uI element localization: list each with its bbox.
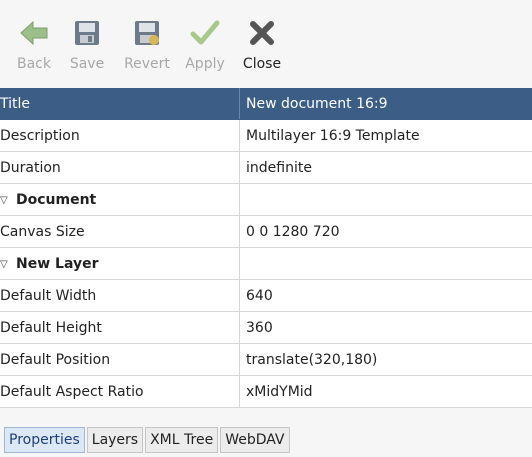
back-arrow-icon: [14, 14, 54, 52]
toolbar: Back Save Revert Apply Close: [12, 14, 290, 84]
close-label: Close: [242, 56, 282, 72]
property-key: Description: [0, 119, 240, 152]
group-row-new-layer[interactable]: ▽ New Layer: [0, 247, 532, 280]
revert-label: Revert: [124, 56, 170, 72]
group-row-document[interactable]: ▽ Document: [0, 183, 532, 216]
tab-xml-tree[interactable]: XML Tree: [145, 427, 219, 453]
group-label: New Layer: [16, 255, 99, 272]
property-key: Default Aspect Ratio: [0, 375, 240, 408]
tab-properties[interactable]: Properties: [4, 427, 85, 453]
apply-label: Apply: [185, 56, 225, 72]
back-button[interactable]: Back: [12, 14, 56, 84]
table-row-canvas-size[interactable]: Canvas Size 0 0 1280 720: [0, 215, 532, 248]
collapse-triangle-icon[interactable]: ▽: [0, 195, 16, 206]
property-value-empty: [239, 247, 532, 280]
property-value[interactable]: 360: [239, 311, 532, 344]
property-value[interactable]: translate(320,180): [239, 343, 532, 376]
floppy-disk-icon: [67, 14, 107, 52]
table-row-description[interactable]: Description Multilayer 16:9 Template: [0, 119, 532, 152]
tab-webdav[interactable]: WebDAV: [220, 427, 290, 453]
property-key: Default Width: [0, 279, 240, 312]
group-header[interactable]: ▽ New Layer: [0, 247, 240, 280]
property-value[interactable]: xMidYMid: [239, 375, 532, 408]
table-row-default-width[interactable]: Default Width 640: [0, 279, 532, 312]
collapse-triangle-icon[interactable]: ▽: [0, 259, 16, 270]
table-row-title[interactable]: Title New document 16:9: [0, 88, 532, 120]
revert-floppy-icon: [127, 14, 167, 52]
tab-bar: Properties Layers XML Tree WebDAV: [4, 427, 290, 453]
group-header[interactable]: ▽ Document: [0, 183, 240, 216]
property-key: Title: [0, 88, 240, 120]
table-row-default-aspect-ratio[interactable]: Default Aspect Ratio xMidYMid: [0, 375, 532, 408]
close-x-icon: [242, 14, 282, 52]
table-row-default-height[interactable]: Default Height 360: [0, 311, 532, 344]
properties-table: Title New document 16:9 Description Mult…: [0, 88, 532, 408]
table-row-duration[interactable]: Duration indefinite: [0, 151, 532, 184]
close-button[interactable]: Close: [234, 14, 290, 84]
back-label: Back: [17, 56, 51, 72]
save-label: Save: [69, 56, 105, 72]
checkmark-icon: [185, 14, 225, 52]
property-value[interactable]: 640: [239, 279, 532, 312]
tab-layers[interactable]: Layers: [86, 427, 144, 453]
property-key: Canvas Size: [0, 215, 240, 248]
property-value[interactable]: 0 0 1280 720: [239, 215, 532, 248]
property-value[interactable]: Multilayer 16:9 Template: [239, 119, 532, 152]
table-row-default-position[interactable]: Default Position translate(320,180): [0, 343, 532, 376]
property-key: Duration: [0, 151, 240, 184]
revert-button[interactable]: Revert: [118, 14, 176, 84]
group-label: Document: [16, 191, 97, 208]
property-value[interactable]: New document 16:9: [239, 88, 532, 120]
apply-button[interactable]: Apply: [176, 14, 234, 84]
property-value[interactable]: indefinite: [239, 151, 532, 184]
property-key: Default Position: [0, 343, 240, 376]
property-value-empty: [239, 183, 532, 216]
property-key: Default Height: [0, 311, 240, 344]
save-button[interactable]: Save: [56, 14, 118, 84]
